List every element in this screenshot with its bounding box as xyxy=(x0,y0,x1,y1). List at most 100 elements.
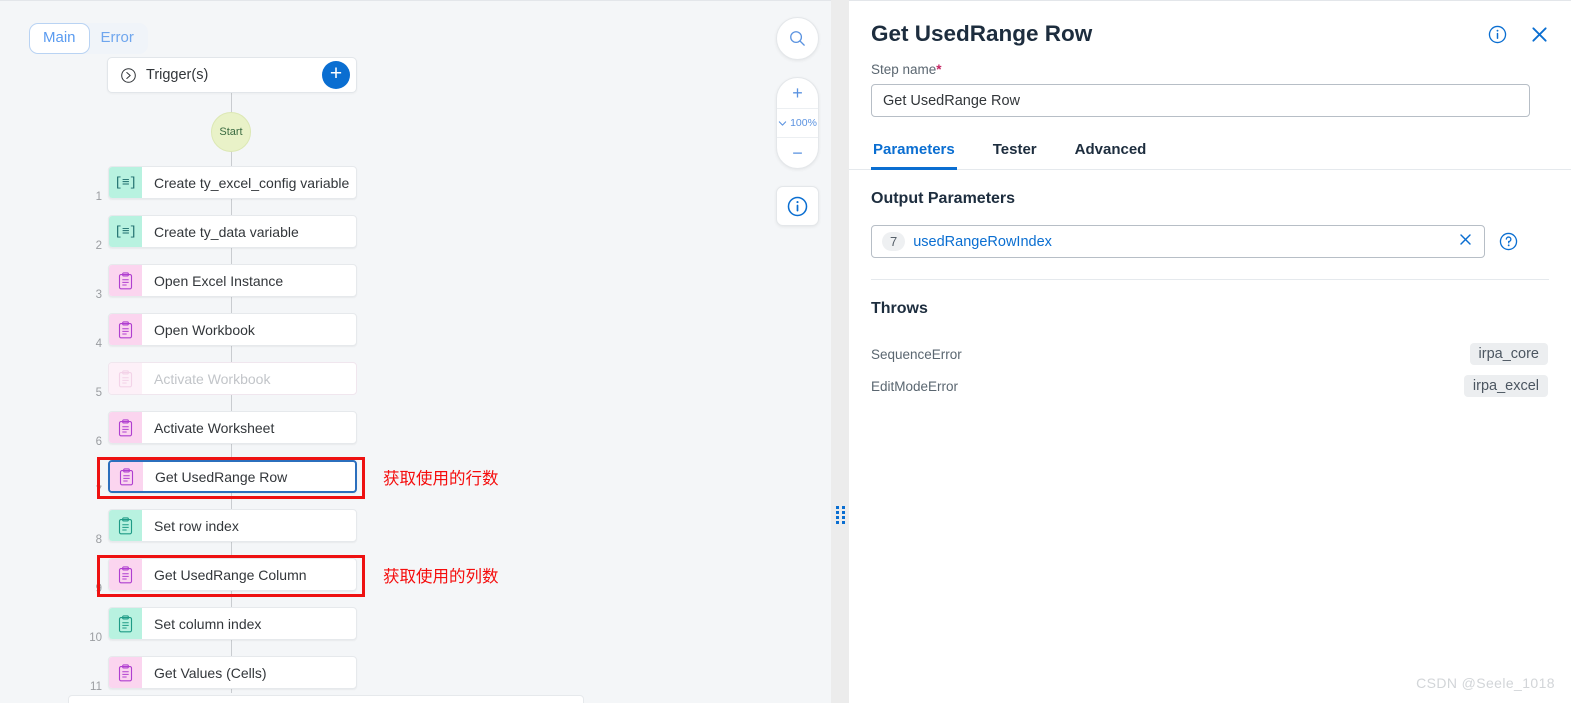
step-card[interactable]: [≡] Create ty_data variable xyxy=(108,215,357,248)
clipboard-icon xyxy=(118,418,133,436)
start-node[interactable]: Start xyxy=(211,112,251,152)
step-number: 3 xyxy=(95,289,102,301)
panel-header: Get UsedRange Row Step name* xyxy=(849,1,1571,117)
clipboard-icon xyxy=(118,369,133,387)
step-card-partial[interactable] xyxy=(68,695,584,703)
step-details-panel: Get UsedRange Row Step name* Get UsedRan… xyxy=(849,0,1571,703)
clipboard-icon xyxy=(118,516,133,534)
variable-icon: [≡] xyxy=(109,167,142,198)
step-row: 3 Open Excel Instance xyxy=(0,261,831,310)
output-parameter-field[interactable]: 7 usedRangeRowIndex xyxy=(871,225,1485,258)
output-parameter-row: 7 usedRangeRowIndex xyxy=(871,225,1549,258)
search-button[interactable] xyxy=(776,17,819,60)
trigger-label: Trigger(s) xyxy=(146,67,209,83)
step-name-label-text: Step name xyxy=(871,62,937,77)
clipboard-icon xyxy=(109,510,142,541)
clipboard-icon xyxy=(110,462,143,491)
step-row: 6 Activate Worksheet xyxy=(0,408,831,457)
step-card[interactable]: Set row index xyxy=(108,509,357,542)
step-number: 11 xyxy=(90,681,102,693)
step-label: Create ty_excel_config variable xyxy=(154,174,350,191)
search-icon xyxy=(790,31,805,46)
throws-list: SequenceError irpa_core EditModeError irpa_… xyxy=(871,338,1549,402)
zoom-in-button[interactable]: + xyxy=(777,78,818,108)
trigger-bar[interactable]: Trigger(s) + xyxy=(107,57,357,93)
step-card[interactable]: Activate Worksheet xyxy=(108,411,357,444)
canvas-info-button[interactable] xyxy=(776,186,819,226)
clipboard-icon xyxy=(119,467,134,485)
step-label: Activate Workbook xyxy=(154,370,271,387)
zoom-control: + 100% − xyxy=(776,77,819,169)
output-parameter-help-button[interactable] xyxy=(1498,231,1519,252)
step-number: 8 xyxy=(95,534,102,546)
clipboard-icon xyxy=(109,412,142,443)
step-card[interactable]: Set column index xyxy=(108,607,357,640)
tab-tester[interactable]: Tester xyxy=(991,135,1039,169)
step-number: 7 xyxy=(95,485,102,497)
throws-section: Throws SequenceError irpa_core EditModeErr… xyxy=(849,280,1571,402)
canvas-tab-strip: Main Error xyxy=(29,23,148,54)
throw-package-badge: irpa_core xyxy=(1469,343,1548,365)
required-asterisk: * xyxy=(936,62,942,77)
clear-output-parameter-button[interactable] xyxy=(1458,232,1473,252)
step-card[interactable]: Activate Workbook xyxy=(108,362,357,395)
step-card[interactable]: Open Workbook xyxy=(108,313,357,346)
step-card[interactable]: Get Values (Cells) xyxy=(108,656,357,689)
step-number: 6 xyxy=(95,436,102,448)
tab-main[interactable]: Main xyxy=(29,23,90,54)
tab-error[interactable]: Error xyxy=(82,23,148,54)
step-number: 9 xyxy=(95,583,102,595)
zoom-out-button[interactable]: − xyxy=(777,138,818,168)
step-card[interactable]: Get UsedRange Column xyxy=(108,558,357,591)
step-label: Get UsedRange Column xyxy=(154,566,307,583)
throw-row: EditModeError irpa_excel xyxy=(871,370,1549,402)
clipboard-icon xyxy=(109,559,142,590)
throw-row: SequenceError irpa_core xyxy=(871,338,1549,370)
step-row: 8 Set row index xyxy=(0,506,831,555)
output-parameters-section: Output Parameters 7 usedRangeRowIndex xyxy=(849,170,1571,280)
step-card[interactable]: Get UsedRange Row xyxy=(108,460,357,493)
throw-name: EditModeError xyxy=(871,378,959,394)
step-number: 2 xyxy=(95,240,102,252)
annotation-column-count: 获取使用的列数 xyxy=(383,568,499,586)
step-number: 1 xyxy=(95,191,102,203)
step-label: Activate Worksheet xyxy=(154,419,275,436)
step-label: Set row index xyxy=(154,517,239,534)
step-label: Open Excel Instance xyxy=(154,272,284,289)
step-row: 1 [≡] Create ty_excel_config variable xyxy=(0,163,831,212)
clipboard-icon xyxy=(118,565,133,583)
output-parameters-title: Output Parameters xyxy=(871,190,1016,207)
throw-name: SequenceError xyxy=(871,346,962,362)
step-number: 5 xyxy=(95,387,102,399)
step-name-input[interactable] xyxy=(871,84,1530,117)
step-list: 1 [≡] Create ty_excel_config variable 2 [≡] C… xyxy=(0,163,831,702)
tab-advanced[interactable]: Advanced xyxy=(1073,135,1149,169)
step-number: 4 xyxy=(95,338,102,350)
step-name-label: Step name* xyxy=(871,62,1549,77)
play-circle-icon xyxy=(121,67,136,83)
close-icon xyxy=(1532,27,1547,42)
close-icon xyxy=(1460,233,1471,245)
close-panel-button[interactable] xyxy=(1530,25,1549,44)
step-label: Get UsedRange Row xyxy=(155,468,288,485)
step-label: Set column index xyxy=(154,615,262,632)
panel-splitter[interactable] xyxy=(831,0,849,703)
info-circle-icon xyxy=(787,196,808,216)
annotation-row-count: 获取使用的行数 xyxy=(383,470,499,488)
start-node-label: Start xyxy=(219,126,243,138)
variable-icon: [≡] xyxy=(109,216,142,247)
workflow-canvas[interactable]: Main Error Trigger(s) + Start 1 [≡] Create… xyxy=(0,0,831,703)
splitter-grip-icon[interactable] xyxy=(836,506,845,525)
throw-package-badge: irpa_excel xyxy=(1463,375,1548,397)
step-card[interactable]: [≡] Create ty_excel_config variable xyxy=(108,166,357,199)
zoom-level-selector[interactable]: 100% xyxy=(777,108,818,138)
tab-parameters[interactable]: Parameters xyxy=(871,135,957,170)
page-title: Get UsedRange Row xyxy=(871,21,1093,46)
step-number: 10 xyxy=(89,632,102,644)
info-circle-icon xyxy=(1488,25,1507,44)
add-trigger-button[interactable]: + xyxy=(322,61,350,89)
clipboard-icon xyxy=(109,265,142,296)
step-row: 4 Open Workbook xyxy=(0,310,831,359)
step-card[interactable]: Open Excel Instance xyxy=(108,264,357,297)
panel-info-button[interactable] xyxy=(1487,24,1508,45)
